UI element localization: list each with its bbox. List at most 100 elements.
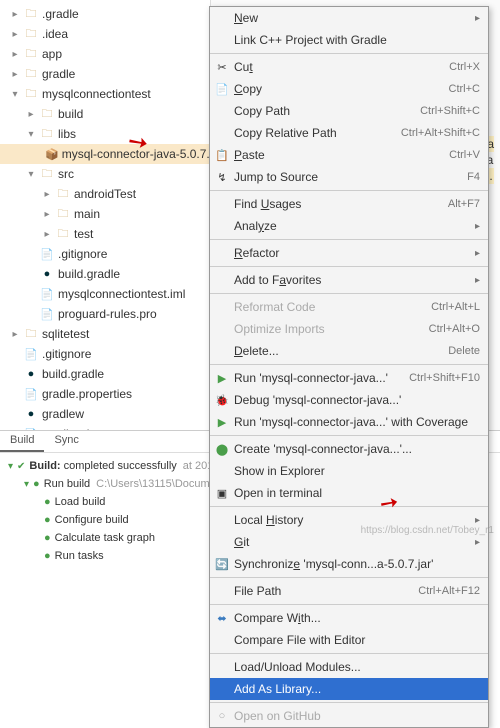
menu-item[interactable]: Refactor▸ xyxy=(210,242,488,264)
twisty-icon[interactable]: ▸ xyxy=(10,29,20,40)
folder-icon: 🗀 xyxy=(23,326,39,342)
twisty-icon[interactable]: ▸ xyxy=(42,209,52,220)
menu-item[interactable]: 📄CopyCtrl+C xyxy=(210,78,488,100)
menu-separator xyxy=(210,702,488,703)
menu-item[interactable]: Copy PathCtrl+Shift+C xyxy=(210,100,488,122)
expand-icon[interactable]: ▾ xyxy=(8,461,13,472)
tree-item[interactable]: ●gradlew xyxy=(0,404,210,424)
shortcut: Ctrl+Alt+Shift+C xyxy=(401,127,480,139)
twisty-icon[interactable]: ▸ xyxy=(26,109,36,120)
menu-item[interactable]: Link C++ Project with Gradle xyxy=(210,29,488,51)
menu-item[interactable]: ✂CutCtrl+X xyxy=(210,56,488,78)
watermark: https://blog.csdn.net/Tobey_r1 xyxy=(361,525,494,536)
menu-item[interactable]: Compare File with Editor xyxy=(210,629,488,651)
menu-item[interactable]: Copy Relative PathCtrl+Alt+Shift+C xyxy=(210,122,488,144)
menu-separator xyxy=(210,364,488,365)
submenu-icon: ▸ xyxy=(475,537,480,548)
twisty-icon[interactable]: ▾ xyxy=(26,169,36,180)
menu-item[interactable]: New▸ xyxy=(210,7,488,29)
menu-item[interactable]: Find UsagesAlt+F7 xyxy=(210,193,488,215)
tree-label: gradle.properties xyxy=(42,387,132,401)
folder-icon: 🗀 xyxy=(23,6,39,22)
menu-item[interactable]: Show in Explorer xyxy=(210,460,488,482)
file-icon: 📄 xyxy=(23,346,39,362)
tree-item[interactable]: 📄.gitignore xyxy=(0,244,210,264)
menu-item[interactable]: Add As Library... xyxy=(210,678,488,700)
menu-item[interactable]: Analyze▸ xyxy=(210,215,488,237)
menu-label: Show in Explorer xyxy=(234,464,480,478)
tab-build[interactable]: Build xyxy=(0,431,44,452)
shortcut: F4 xyxy=(467,171,480,183)
menu-item: Reformat CodeCtrl+Alt+L xyxy=(210,296,488,318)
submenu-icon: ▸ xyxy=(475,275,480,286)
tree-item[interactable]: 📄gradle.properties xyxy=(0,384,210,404)
menu-item[interactable]: 🔄Synchronize 'mysql-conn...a-5.0.7.jar' xyxy=(210,553,488,575)
context-menu[interactable]: New▸ Link C++ Project with Gradle ✂CutCtrl… xyxy=(209,6,489,728)
tree-item[interactable]: ▸🗀test xyxy=(0,224,210,244)
menu-label: Paste xyxy=(234,148,449,162)
shortcut: Ctrl+X xyxy=(449,61,480,73)
menu-item[interactable]: ▣Open in terminal xyxy=(210,482,488,504)
twisty-icon[interactable]: ▾ xyxy=(10,89,20,100)
menu-label: Compare File with Editor xyxy=(234,633,480,647)
tab-sync[interactable]: Sync xyxy=(44,431,88,452)
twisty-icon[interactable]: ▸ xyxy=(42,189,52,200)
menu-separator xyxy=(210,190,488,191)
twisty-icon[interactable]: ▸ xyxy=(10,49,20,60)
shortcut: Alt+F7 xyxy=(448,198,480,210)
menu-label: Reformat Code xyxy=(234,300,431,314)
menu-item[interactable]: 📋PasteCtrl+V xyxy=(210,144,488,166)
tree-item[interactable]: ▸🗀sqlitetest xyxy=(0,324,210,344)
tree-item[interactable]: ▸🗀androidTest xyxy=(0,184,210,204)
twisty-icon[interactable]: ▸ xyxy=(10,9,20,20)
tree-item[interactable]: ▸🗀app xyxy=(0,44,210,64)
tree-item[interactable]: ▸🗀main xyxy=(0,204,210,224)
tree-label: build.gradle xyxy=(42,367,104,381)
tree-item[interactable]: 📦mysql-connector-java-5.0.7.jar xyxy=(0,144,210,164)
tree-item[interactable]: ▾🗀src xyxy=(0,164,210,184)
menu-label: Link C++ Project with Gradle xyxy=(234,33,480,47)
folder-icon: 🗀 xyxy=(55,206,71,222)
tree-label: build xyxy=(58,107,83,121)
success-icon: ● xyxy=(33,478,40,490)
tree-item[interactable]: ▾🗀libs xyxy=(0,124,210,144)
tree-item[interactable]: ▸🗀build xyxy=(0,104,210,124)
tree-item[interactable]: ▸🗀.idea xyxy=(0,24,210,44)
twisty-icon[interactable]: ▸ xyxy=(42,229,52,240)
menu-label: Open in terminal xyxy=(234,486,480,500)
menu-item[interactable]: 🐞Debug 'mysql-connector-java...' xyxy=(210,389,488,411)
tree-item[interactable]: ●build.gradle xyxy=(0,364,210,384)
tree-item[interactable]: ●build.gradle xyxy=(0,264,210,284)
menu-item[interactable]: ⬌Compare With... xyxy=(210,607,488,629)
twisty-icon[interactable]: ▾ xyxy=(26,129,36,140)
menu-item[interactable]: ▶Run 'mysql-connector-java...' with Cove… xyxy=(210,411,488,433)
tree-item[interactable]: 📄.gitignore xyxy=(0,344,210,364)
tree-item[interactable]: 📄mysqlconnectiontest.iml xyxy=(0,284,210,304)
menu-item[interactable]: ▶Run 'mysql-connector-java...'Ctrl+Shift… xyxy=(210,367,488,389)
shortcut: Ctrl+C xyxy=(449,83,480,95)
file-icon: 📄 xyxy=(23,386,39,402)
project-tree[interactable]: ▸🗀.gradle▸🗀.idea▸🗀app▸🗀gradle▾🗀mysqlconn… xyxy=(0,0,210,430)
tree-item[interactable]: ▸🗀.gradle xyxy=(0,4,210,24)
tree-item[interactable]: 📄proguard-rules.pro xyxy=(0,304,210,324)
gradle-icon: ● xyxy=(23,406,39,422)
menu-icon: ○ xyxy=(214,710,230,722)
menu-item[interactable]: Add to Favorites▸ xyxy=(210,269,488,291)
menu-label: Create 'mysql-connector-java...'... xyxy=(234,442,480,456)
menu-label: Analyze xyxy=(234,219,471,233)
menu-icon: 🐞 xyxy=(214,394,230,407)
menu-item[interactable]: ⬤Create 'mysql-connector-java...'... xyxy=(210,438,488,460)
menu-item[interactable]: Delete...Delete xyxy=(210,340,488,362)
menu-item[interactable]: File PathCtrl+Alt+F12 xyxy=(210,580,488,602)
twisty-icon[interactable]: ▾ xyxy=(24,479,29,490)
menu-item[interactable]: Load/Unload Modules... xyxy=(210,656,488,678)
tree-item[interactable]: ▾🗀mysqlconnectiontest xyxy=(0,84,210,104)
twisty-icon[interactable]: ▸ xyxy=(10,69,20,80)
success-icon: ✔ xyxy=(17,461,25,472)
menu-item[interactable]: ↯Jump to SourceF4 xyxy=(210,166,488,188)
twisty-icon[interactable]: ▸ xyxy=(10,329,20,340)
menu-label: Load/Unload Modules... xyxy=(234,660,480,674)
menu-label: Delete... xyxy=(234,344,448,358)
tree-label: mysqlconnectiontest xyxy=(42,87,151,101)
tree-item[interactable]: ▸🗀gradle xyxy=(0,64,210,84)
